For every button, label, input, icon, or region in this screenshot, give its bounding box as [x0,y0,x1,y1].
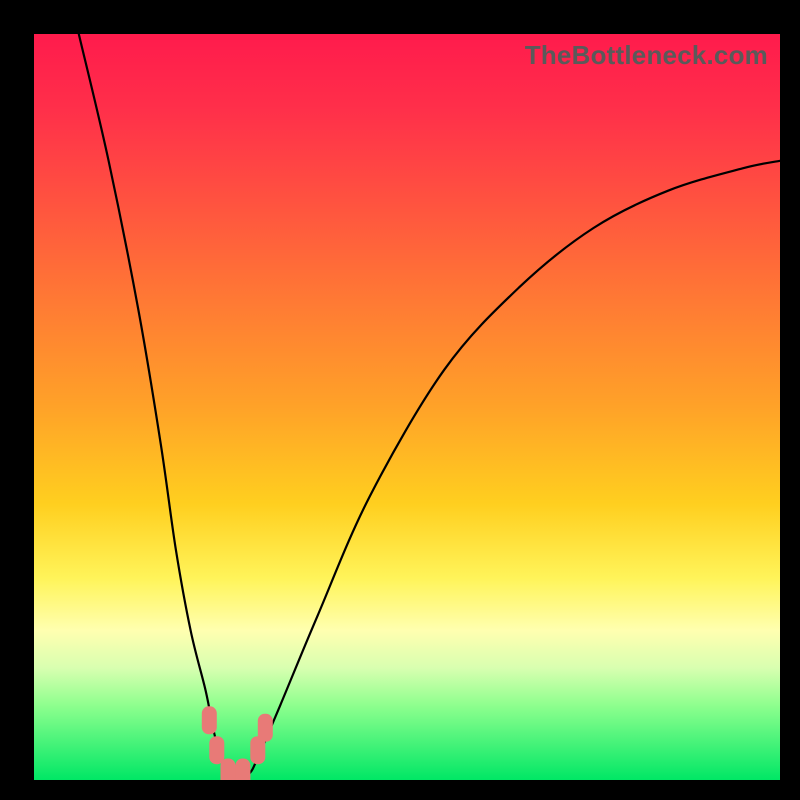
curve-marker [258,714,273,742]
curve-marker [235,759,250,781]
bottleneck-curve [79,34,780,777]
curve-markers [202,706,273,780]
plot-area: TheBottleneck.com [34,34,780,780]
curve-marker [209,736,224,764]
curve-marker [202,706,217,734]
chart-frame: TheBottleneck.com [0,0,800,800]
curve-svg [34,34,780,780]
curve-marker [221,759,236,781]
